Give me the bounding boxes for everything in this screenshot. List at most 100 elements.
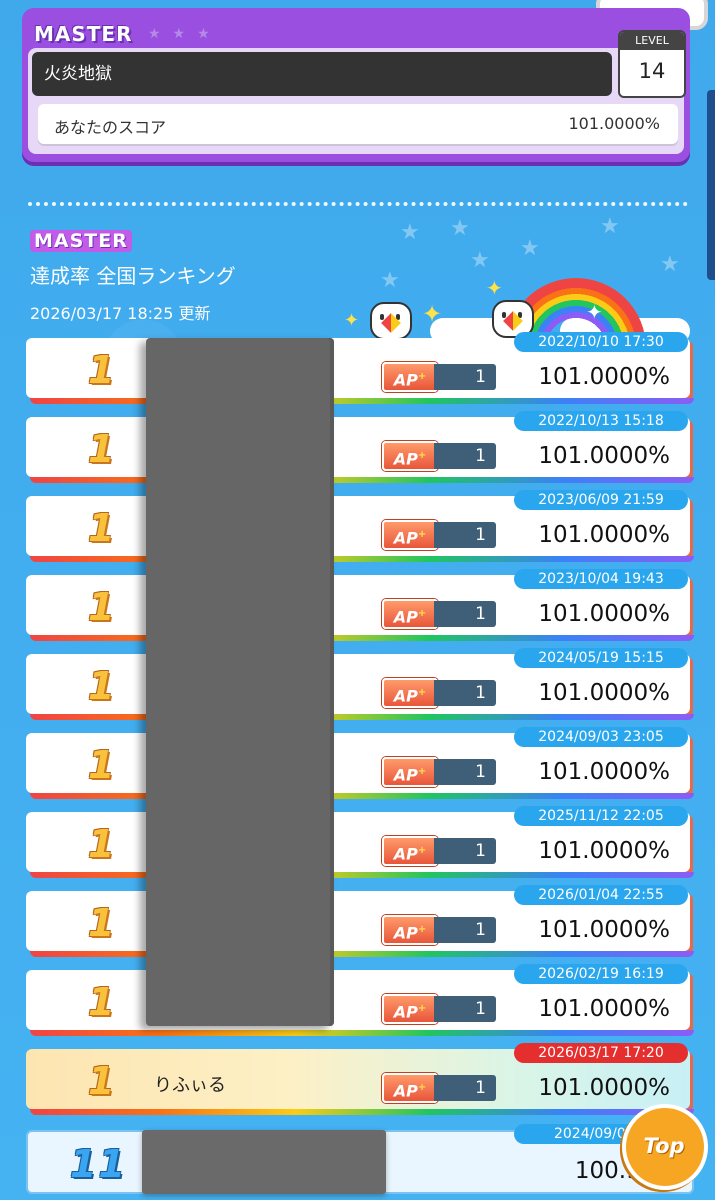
row-rank: 1 [88, 1059, 115, 1103]
row-ap-count: 1 [434, 364, 496, 390]
sparkle-icon: ✦ [586, 300, 603, 324]
row-score: 101.0000% [538, 601, 670, 627]
ap-plus-icon: AP+ [382, 441, 438, 471]
your-score-label: あなたのスコア [54, 118, 167, 137]
row-timestamp: 2024/05/19 15:15 [514, 648, 688, 668]
ranking-row[interactable]: 2026/02/19 16:19 1 AP+ 1 101.0000% [26, 964, 694, 1036]
star-decoration-icon: ★ [520, 236, 540, 261]
row-timestamp: 2025/11/12 22:05 [514, 806, 688, 826]
ranking-page: ★ ★ ★ ★ ★ ★ ★ MASTER ★★★ 火炎地獄 LEVEL 14 あ… [0, 0, 715, 1200]
ap-plus-icon: AP+ [382, 678, 438, 708]
row-timestamp: 2022/10/10 17:30 [514, 332, 688, 352]
top-button-label[interactable]: Top [632, 1134, 696, 1158]
row-score: 101.0000% [538, 1075, 670, 1101]
ranking-row[interactable]: 2024/05/19 15:15 1 AP+ 1 101.0000% [26, 648, 694, 720]
your-score-bar: あなたのスコア 101.0000% [38, 104, 678, 144]
row-ap-count: 1 [434, 601, 496, 627]
ap-badge-label: AP [393, 923, 418, 943]
star-decoration-icon: ★ [660, 252, 680, 277]
row-score: 101.0000% [538, 680, 670, 706]
row-ap-count: 1 [434, 522, 496, 548]
row-player-name: りふぃる [154, 1075, 226, 1096]
row-rainbow-stripe [30, 477, 694, 483]
mascot-icon [370, 302, 412, 340]
ap-plus-icon: AP+ [382, 520, 438, 550]
ranking-row[interactable]: 2026/03/17 17:20 1 りふぃる AP+ 1 101.0000% [26, 1043, 694, 1115]
row-timestamp: 2024/09/03 23:05 [514, 727, 688, 747]
ap-plus-icon: AP+ [382, 994, 438, 1024]
row-rainbow-stripe [30, 1109, 694, 1115]
ranking-row[interactable]: 2023/10/04 19:43 1 AP+ 1 101.0000% [26, 569, 694, 641]
row-rank: 1 [88, 506, 115, 550]
ranking-difficulty-label: MASTER [30, 230, 132, 252]
row-rank: 1 [88, 901, 115, 945]
ap-badge-label: AP [393, 528, 418, 548]
ap-plus-icon: AP+ [382, 915, 438, 945]
level-caption: LEVEL [620, 32, 684, 50]
row-ap-count: 1 [434, 443, 496, 469]
row-ap-count: 1 [434, 1075, 496, 1101]
ap-plus-icon: AP+ [382, 757, 438, 787]
row-rank: 1 [88, 664, 115, 708]
row-rank: 1 [88, 743, 115, 787]
ranking-title: 達成率 全国ランキング [30, 264, 236, 288]
row-score: 101.0000% [538, 917, 670, 943]
ap-plus-icon: AP+ [382, 1073, 438, 1103]
star-decoration-icon: ★ [380, 268, 400, 293]
row-ap-count: 1 [434, 838, 496, 864]
row-score: 101.0000% [538, 996, 670, 1022]
song-title: 火炎地獄 [32, 52, 612, 96]
sparkle-icon: ✦ [486, 276, 503, 300]
row-rainbow-stripe [30, 1030, 694, 1036]
row-ap-count: 1 [434, 680, 496, 706]
row-rank: 1 [88, 585, 115, 629]
ranking-row[interactable]: 2022/10/10 17:30 1 AP+ 1 101.0000% [26, 332, 694, 404]
ap-plus-icon: AP+ [382, 362, 438, 392]
row-score: 101.0000% [538, 522, 670, 548]
ap-badge-label: AP [393, 607, 418, 627]
ap-plus-icon: AP+ [382, 836, 438, 866]
row-rainbow-stripe [30, 398, 694, 404]
ranking-row[interactable]: 2024/09/03 23:05 1 AP+ 1 101.0000% [26, 727, 694, 799]
ap-badge-label: AP [393, 765, 418, 785]
redaction-block [142, 1130, 386, 1194]
row-score: 101.0000% [538, 759, 670, 785]
level-box: LEVEL 14 [618, 30, 686, 98]
row-rank: 1 [88, 427, 115, 471]
row-timestamp: 2026/01/04 22:55 [514, 885, 688, 905]
row-rank: 11 [70, 1142, 127, 1186]
ranking-row[interactable]: 2023/06/09 21:59 1 AP+ 1 101.0000% [26, 490, 694, 562]
row-ap-count: 1 [434, 996, 496, 1022]
divider [28, 202, 688, 206]
row-timestamp: 2026/02/19 16:19 [514, 964, 688, 984]
sparkle-icon: ✦ [344, 310, 360, 331]
row-rainbow-stripe [30, 793, 694, 799]
row-rainbow-stripe [30, 714, 694, 720]
redaction-block [146, 338, 334, 1026]
your-score-value: 101.0000% [568, 114, 660, 133]
star-decoration-icon: ★ [400, 220, 420, 245]
ap-badge-label: AP [393, 449, 418, 469]
sparkle-icon: ✦ [422, 300, 443, 328]
ranking-row[interactable]: 2025/11/12 22:05 1 AP+ 1 101.0000% [26, 806, 694, 878]
row-rainbow-stripe [30, 951, 694, 957]
star-decoration-icon: ★ [450, 216, 470, 241]
star-decoration-icon: ★ [600, 214, 620, 239]
row-rank: 1 [88, 822, 115, 866]
row-timestamp: 2023/06/09 21:59 [514, 490, 688, 510]
row-score: 101.0000% [538, 443, 670, 469]
ranking-row[interactable]: 2026/01/04 22:55 1 AP+ 1 101.0000% [26, 885, 694, 957]
ap-badge-label: AP [393, 370, 418, 390]
row-timestamp: 2023/10/04 19:43 [514, 569, 688, 589]
row-timestamp: 2026/03/17 17:20 [514, 1043, 688, 1063]
difficulty-label: MASTER [34, 22, 133, 46]
row-score: 101.0000% [538, 838, 670, 864]
ap-plus-icon: AP+ [382, 599, 438, 629]
row-rainbow-stripe [30, 635, 694, 641]
ranking-updated: 2026/03/17 18:25 更新 [30, 304, 211, 323]
row-timestamp: 2022/10/13 15:18 [514, 411, 688, 431]
ranking-row[interactable]: 2022/10/13 15:18 1 AP+ 1 101.0000% [26, 411, 694, 483]
row-rainbow-stripe [30, 556, 694, 562]
scrollbar[interactable] [707, 90, 715, 280]
ap-badge-label: AP [393, 1002, 418, 1022]
